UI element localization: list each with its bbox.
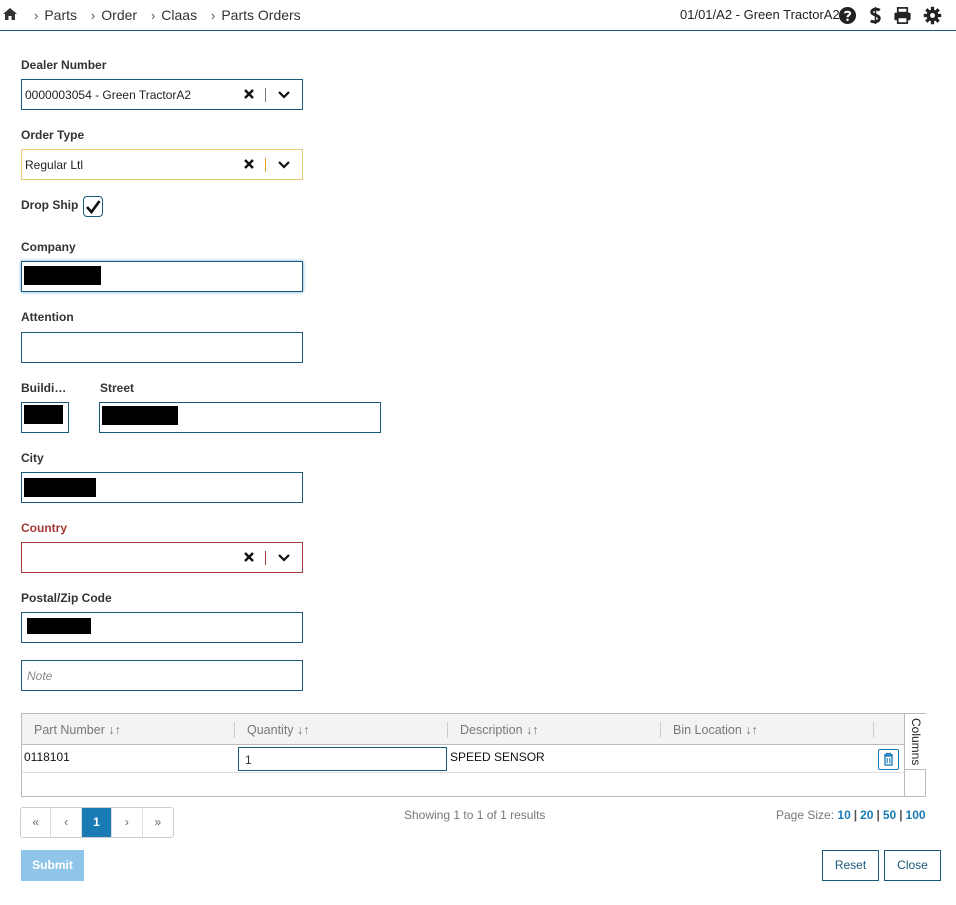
grid-divider	[904, 770, 905, 797]
drop-ship-label: Drop Ship	[21, 198, 79, 212]
dealer-context[interactable]: 01/01/A2 - Green TractorA2	[680, 7, 840, 22]
redacted-value	[27, 618, 91, 634]
settings-gear-icon[interactable]	[923, 6, 942, 25]
order-type-select[interactable]: Regular Ltl	[21, 149, 303, 180]
postal-code-input[interactable]	[21, 612, 303, 643]
street-label: Street	[100, 381, 135, 395]
sort-icon[interactable]: ↓↑	[745, 723, 758, 737]
clear-icon[interactable]	[243, 551, 255, 563]
cell-description: SPEED SENSOR	[450, 750, 545, 764]
results-summary: Showing 1 to 1 of 1 results	[404, 808, 546, 822]
order-type-value: Regular Ltl	[25, 158, 84, 172]
checkmark-icon	[86, 200, 101, 215]
redacted-value	[24, 405, 63, 424]
page-size-20[interactable]: 20	[860, 808, 873, 822]
sort-icon[interactable]: ↓↑	[108, 723, 121, 737]
grid-header: Part Number ↓↑ Quantity ↓↑ Description ↓…	[22, 714, 904, 745]
page-size-label: Page Size:	[776, 808, 835, 822]
col-divider	[873, 722, 874, 738]
redacted-value	[24, 478, 96, 497]
submit-button[interactable]: Submit	[21, 850, 84, 881]
postal-code-label: Postal/Zip Code	[21, 591, 112, 605]
building-label: Buildi…	[21, 381, 67, 395]
columns-toggle-label: Columns	[909, 718, 923, 766]
dealer-number-value: 0000003054 - Green TractorA2	[25, 88, 192, 102]
cell-part-number: 0118101	[24, 750, 70, 764]
help-icon[interactable]	[838, 6, 857, 25]
close-button[interactable]: Close	[884, 850, 941, 881]
prev-page-button[interactable]: ‹	[51, 808, 82, 837]
s-logo-icon[interactable]	[866, 6, 885, 25]
col-divider	[234, 722, 235, 738]
breadcrumb-parts-orders: Parts Orders	[221, 7, 301, 23]
divider	[265, 158, 266, 172]
sort-icon[interactable]: ↓↑	[297, 723, 310, 737]
col-header-quantity[interactable]: Quantity ↓↑	[247, 723, 310, 737]
quantity-input[interactable]: 1	[238, 747, 447, 771]
chevron-down-icon[interactable]	[277, 160, 291, 170]
trash-icon	[884, 752, 893, 766]
divider	[265, 551, 266, 565]
col-header-description[interactable]: Description ↓↑	[460, 723, 539, 737]
sort-icon[interactable]: ↓↑	[526, 723, 539, 737]
chevron-down-icon[interactable]	[277, 90, 291, 100]
print-icon[interactable]	[893, 6, 912, 25]
delete-row-button[interactable]	[878, 749, 899, 770]
country-label: Country	[21, 521, 67, 535]
clear-icon[interactable]	[243, 88, 255, 100]
columns-toggle[interactable]: Columns	[904, 714, 926, 770]
page-size-10[interactable]: 10	[837, 808, 850, 822]
col-header-bin-location[interactable]: Bin Location ↓↑	[673, 723, 758, 737]
breadcrumb-parts[interactable]: Parts	[44, 7, 77, 23]
city-label: City	[21, 451, 44, 465]
breadcrumb: › Parts › Order › Claas › Parts Orders	[34, 7, 301, 23]
redacted-value	[24, 266, 101, 285]
building-input[interactable]	[21, 402, 69, 433]
page-size: Page Size: 10 | 20 | 50 | 100	[776, 808, 926, 822]
reset-button[interactable]: Reset	[822, 850, 879, 881]
attention-input[interactable]	[21, 332, 303, 363]
company-input[interactable]	[21, 261, 303, 292]
first-page-button[interactable]: «	[21, 808, 52, 837]
dealer-number-label: Dealer Number	[21, 58, 107, 72]
country-select[interactable]	[21, 542, 303, 573]
clear-icon[interactable]	[243, 158, 255, 170]
col-header-part-number[interactable]: Part Number ↓↑	[34, 723, 121, 737]
pagination: « ‹ 1 › »	[20, 807, 174, 838]
page-size-100[interactable]: 100	[906, 808, 926, 822]
company-label: Company	[21, 240, 76, 254]
divider	[265, 88, 266, 102]
street-input[interactable]	[99, 402, 381, 433]
col-divider	[447, 722, 448, 738]
dealer-number-select[interactable]: 0000003054 - Green TractorA2	[21, 79, 303, 110]
home-icon[interactable]	[2, 7, 18, 21]
breadcrumb-claas[interactable]: Claas	[161, 7, 197, 23]
next-page-button[interactable]: ›	[112, 808, 143, 837]
last-page-button[interactable]: »	[143, 808, 173, 837]
note-input[interactable]: Note	[21, 660, 303, 691]
parts-grid: Part Number ↓↑ Quantity ↓↑ Description ↓…	[21, 713, 926, 797]
drop-ship-checkbox[interactable]	[83, 196, 103, 217]
order-type-label: Order Type	[21, 128, 85, 142]
top-bar: › Parts › Order › Claas › Parts Orders 01/01…	[0, 0, 956, 31]
attention-label: Attention	[21, 310, 74, 324]
chevron-down-icon[interactable]	[277, 553, 291, 563]
city-input[interactable]	[21, 472, 303, 503]
redacted-value	[102, 406, 178, 425]
note-placeholder: Note	[27, 669, 53, 683]
col-divider	[660, 722, 661, 738]
table-row: 0118101 1 SPEED SENSOR	[22, 745, 904, 773]
page-size-50[interactable]: 50	[883, 808, 896, 822]
current-page-button[interactable]: 1	[81, 808, 113, 837]
breadcrumb-order[interactable]: Order	[101, 7, 137, 23]
